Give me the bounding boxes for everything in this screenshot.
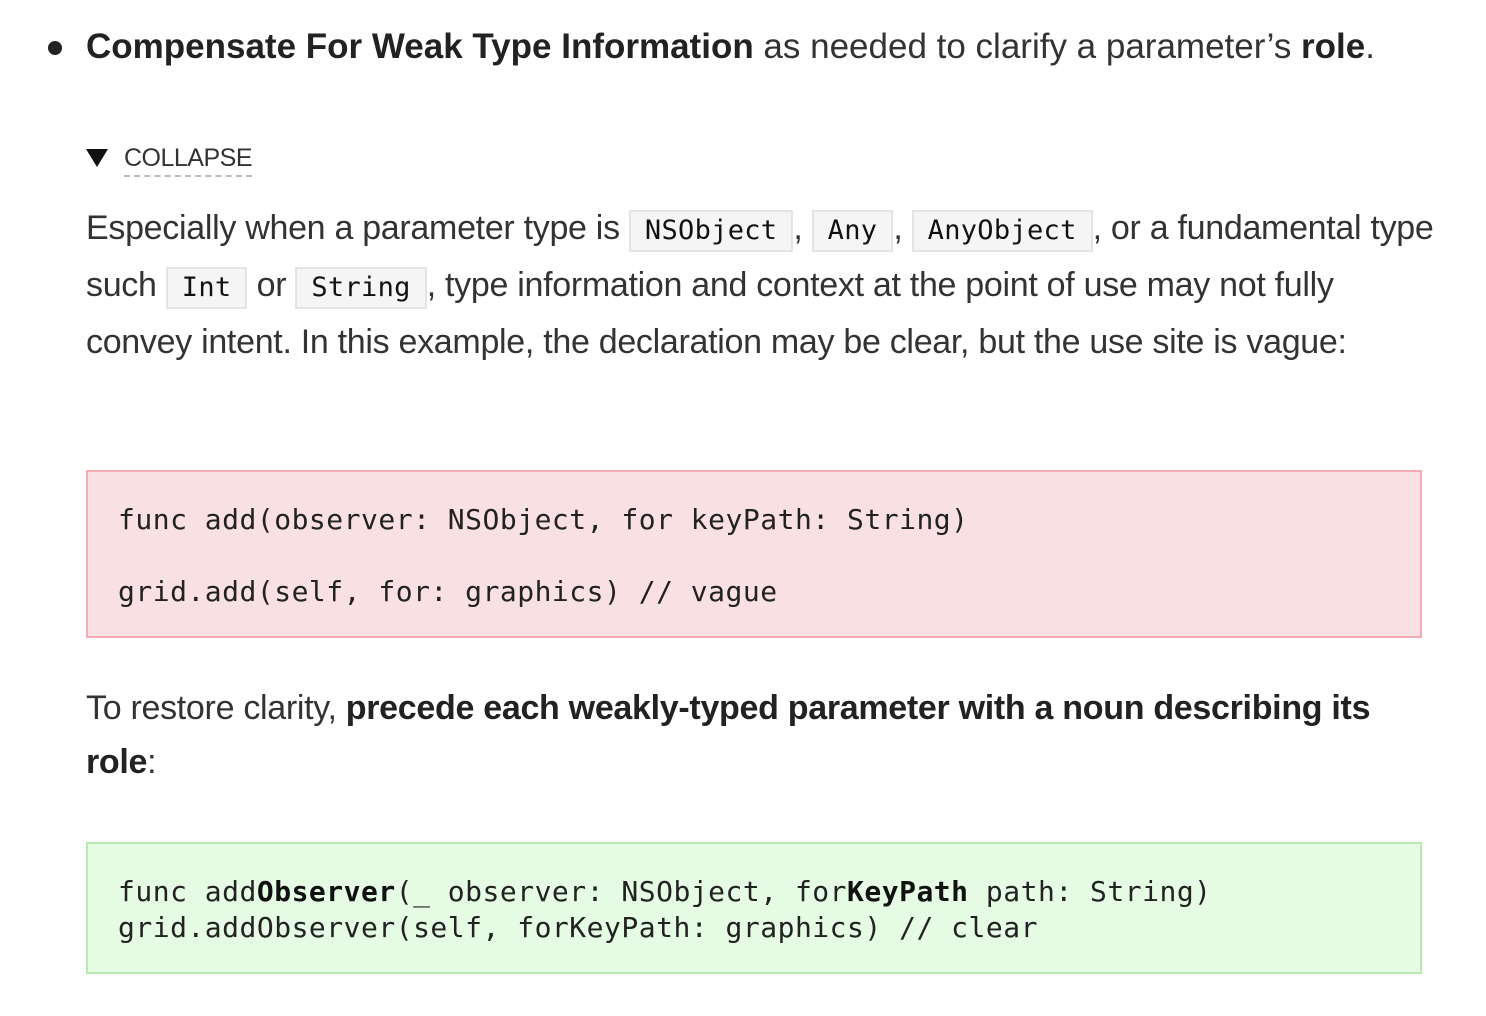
inline-code-anyobject: AnyObject [911,210,1093,252]
code-line: func addObserver(_ observer: NSObject, f… [118,874,1420,910]
code-segment: (_ observer: NSObject, for [395,875,848,908]
triangle-down-icon [86,149,108,167]
code-line: grid.add(self, for: graphics) // vague [118,575,778,608]
code-segment: path: String) [968,875,1212,908]
inline-code-int: Int [165,267,248,309]
paragraph-text: Especially when a parameter type is [86,209,629,247]
paragraph-text: , [893,209,912,247]
guideline-end: . [1365,27,1375,66]
code-line: grid.addObserver(self, forKeyPath: graph… [118,911,1038,944]
inline-code-any: Any [811,210,894,252]
collapse-toggle[interactable]: COLLAPSE [86,141,253,177]
guideline-title: Compensate For Weak Type Information [86,27,754,66]
recommendation-paragraph: To restore clarity, precede each weakly-… [86,681,1436,789]
explanation-paragraph: Especially when a parameter type is NSOb… [86,201,1436,369]
paragraph-text: or [247,266,296,304]
bad-code-example: func add(observer: NSObject, for keyPath… [86,470,1422,638]
guideline-middle-text: as needed to clarify a parameter’s [753,27,1302,66]
collapse-label[interactable]: COLLAPSE [124,141,253,177]
bullet-icon [48,41,62,55]
guideline-heading: Compensate For Weak Type Information as … [86,24,1375,70]
inline-code-nsobject: NSObject [628,210,794,252]
paragraph-text: , [793,209,812,247]
paragraph-text: To restore clarity, [86,689,346,727]
inline-code-string: String [295,267,427,309]
paragraph-text: : [147,743,157,781]
code-line: func add(observer: NSObject, for keyPath… [118,503,969,536]
code-highlight: Observer [256,875,396,908]
code-highlight: KeyPath [847,875,969,908]
code-segment: func add [118,875,257,908]
good-code-example: func addObserver(_ observer: NSObject, f… [86,842,1422,974]
guideline-role-text: role [1301,27,1366,66]
